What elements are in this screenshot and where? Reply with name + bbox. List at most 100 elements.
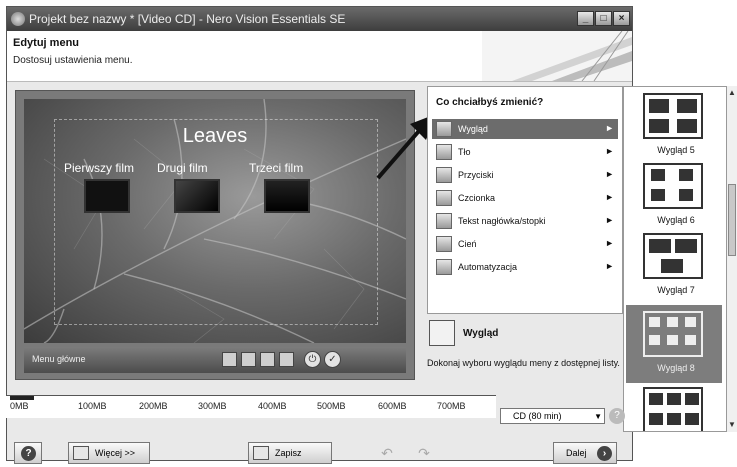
layout-tile-4[interactable] xyxy=(643,93,703,139)
redo-button[interactable]: ↷ xyxy=(413,442,435,464)
option-layout[interactable]: Wygląd ► xyxy=(432,119,618,139)
chevron-right-icon: ► xyxy=(605,192,614,202)
menu-bar-label: Menu główne xyxy=(32,354,86,364)
option-background[interactable]: Tło ► xyxy=(432,142,618,162)
layout-icon xyxy=(436,121,452,137)
film-title-2[interactable]: Drugi film xyxy=(157,161,208,175)
size-label: 200MB xyxy=(139,401,168,411)
next-button-label: Dalej xyxy=(566,448,587,458)
page-header: Edytuj menu Dostosuj ustawienia menu. xyxy=(7,31,632,82)
safe-area-guide xyxy=(54,119,378,325)
size-label: 0MB xyxy=(10,401,29,411)
option-font[interactable]: Czcionka ► xyxy=(432,188,618,208)
option-automation[interactable]: Automatyzacja ► xyxy=(432,257,618,277)
help-button[interactable]: ? xyxy=(14,442,42,464)
option-label: Przyciski xyxy=(458,170,494,180)
layout-tile-9[interactable] xyxy=(643,387,703,431)
chevron-right-icon: ► xyxy=(605,146,614,156)
power-icon[interactable]: ⏻ xyxy=(304,351,321,368)
layout-tile-8[interactable] xyxy=(643,311,703,357)
font-icon xyxy=(436,190,452,206)
chapter-icon-4[interactable] xyxy=(279,352,294,367)
chevron-right-icon: ► xyxy=(605,169,614,179)
chevron-right-icon: ► xyxy=(605,238,614,248)
chevron-down-icon[interactable]: ▼ xyxy=(594,410,602,424)
undo-button[interactable]: ↶ xyxy=(376,442,398,464)
size-label: 500MB xyxy=(317,401,346,411)
film-title-3[interactable]: Trzeci film xyxy=(249,161,303,175)
option-buttons[interactable]: Przyciski ► xyxy=(432,165,618,185)
layout-icon xyxy=(429,320,455,346)
option-shadow[interactable]: Cień ► xyxy=(432,234,618,254)
layout-label-8[interactable]: Wygląd 8 xyxy=(624,363,726,373)
size-label: 700MB xyxy=(437,401,466,411)
option-header-footer-text[interactable]: Tekst nagłówka/stopki ► xyxy=(432,211,618,231)
chevron-right-icon: ► xyxy=(605,123,614,133)
menu-preview: Leaves Pierwszy film Drugi film Trzeci f… xyxy=(15,90,415,380)
chapter-icon-2[interactable] xyxy=(241,352,256,367)
size-label: 100MB xyxy=(78,401,107,411)
minimize-button[interactable]: _ xyxy=(577,11,594,26)
layout-label-6[interactable]: Wygląd 6 xyxy=(624,215,726,225)
maximize-button[interactable]: □ xyxy=(595,11,612,26)
option-label: Automatyzacja xyxy=(458,262,518,272)
save-button[interactable]: Zapisz xyxy=(248,442,332,464)
option-label: Tło xyxy=(458,147,471,157)
window-title: Projekt bez nazwy * [Video CD] - Nero Vi… xyxy=(29,12,346,26)
preview-background: Leaves Pierwszy film Drugi film Trzeci f… xyxy=(24,99,406,343)
chapter-icon-1[interactable] xyxy=(222,352,237,367)
disc-size-bar: 0MB 100MB 200MB 300MB 400MB 500MB 600MB … xyxy=(6,395,496,418)
preview-menu-bar: Menu główne ⏻ ✓ xyxy=(24,347,406,373)
disc-type-select[interactable]: CD (80 min) ▼ xyxy=(500,408,605,424)
option-label: Czcionka xyxy=(458,193,496,203)
title-bar: Projekt bez nazwy * [Video CD] - Nero Vi… xyxy=(7,7,632,31)
more-button-label: Więcej >> xyxy=(95,448,136,458)
chapter-icon-3[interactable] xyxy=(260,352,275,367)
page-subtitle: Dostosuj ustawienia menu. xyxy=(13,55,133,66)
confirm-icon[interactable]: ✓ xyxy=(324,351,341,368)
chevron-right-icon: ► xyxy=(605,261,614,271)
next-button[interactable]: Dalej › xyxy=(553,442,617,464)
option-label: Wygląd xyxy=(458,124,488,134)
layout-tile-5[interactable] xyxy=(643,163,703,209)
more-button[interactable]: Więcej >> xyxy=(68,442,150,464)
scroll-down-icon[interactable]: ▼ xyxy=(727,420,737,429)
film-thumbnail-1[interactable] xyxy=(84,179,130,213)
option-label: Tekst nagłówka/stopki xyxy=(458,216,546,226)
option-label: Cień xyxy=(458,239,477,249)
save-button-label: Zapisz xyxy=(275,448,302,458)
shadow-icon xyxy=(436,236,452,252)
layout-label-5[interactable]: Wygląd 5 xyxy=(624,145,726,155)
film-title-1[interactable]: Pierwszy film xyxy=(64,161,134,175)
chevron-right-icon: ► xyxy=(605,215,614,225)
layout-tile-6[interactable] xyxy=(643,233,703,279)
layout-label-7[interactable]: Wygląd 7 xyxy=(624,285,726,295)
selected-option-info: Wygląd Dokonaj wyboru wyglądu meny z dos… xyxy=(427,318,623,378)
gallery-scrollbar[interactable]: ▲ ▼ xyxy=(727,86,737,432)
arrow-right-icon: › xyxy=(597,446,612,461)
scroll-up-icon[interactable]: ▲ xyxy=(727,88,737,97)
menu-title[interactable]: Leaves xyxy=(24,125,406,148)
save-icon xyxy=(253,446,269,460)
size-label: 400MB xyxy=(258,401,287,411)
selected-option-name: Wygląd xyxy=(463,328,499,339)
film-thumbnail-3[interactable] xyxy=(264,179,310,213)
header-footer-text-icon xyxy=(436,213,452,229)
close-button[interactable]: × xyxy=(613,11,630,26)
options-question: Co chciałbyś zmienić? xyxy=(436,97,544,108)
size-label: 600MB xyxy=(378,401,407,411)
buttons-icon xyxy=(436,167,452,183)
automation-icon xyxy=(436,259,452,275)
app-icon xyxy=(11,12,25,26)
selected-option-description: Dokonaj wyboru wyglądu meny z dostępnej … xyxy=(427,358,620,368)
disc-usage-fill xyxy=(10,396,34,400)
disc-info-icon[interactable]: ? xyxy=(609,408,625,424)
scrollbar-thumb[interactable] xyxy=(728,184,736,256)
film-thumbnail-2[interactable] xyxy=(174,179,220,213)
disc-type-value: CD (80 min) xyxy=(513,411,562,421)
background-icon xyxy=(436,144,452,160)
options-panel: Co chciałbyś zmienić? Wygląd ► Tło ► Prz… xyxy=(427,86,623,314)
size-label: 300MB xyxy=(198,401,227,411)
page-title: Edytuj menu xyxy=(13,37,80,49)
layout-gallery: Wygląd 5 Wygląd 6 Wygląd 7 Wygląd 8 xyxy=(623,86,727,432)
